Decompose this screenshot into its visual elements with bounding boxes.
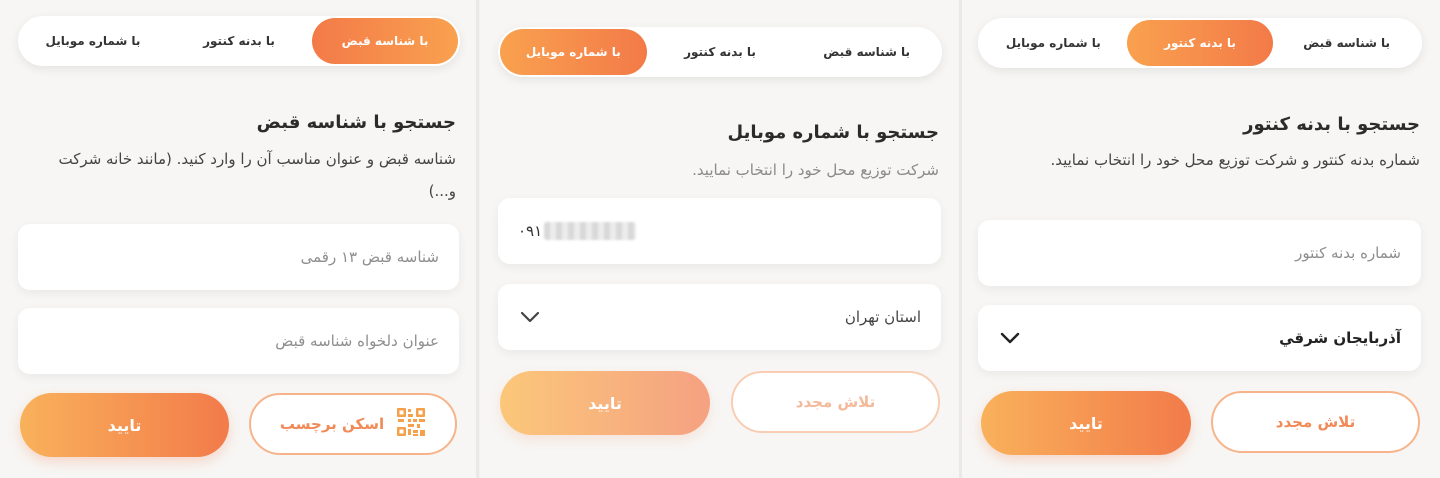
page-description: شناسه قبض و عنوان مناسب آن را وارد کنید.… xyxy=(58,150,456,200)
tab-mobile[interactable]: با شماره موبایل xyxy=(20,18,166,64)
confirm-label: تایید xyxy=(107,415,142,435)
panel-bill-id: با شناسه قبض با بدنه کنتور با شماره موبا… xyxy=(0,0,476,478)
province-select[interactable]: استان تهران xyxy=(498,284,941,350)
panel-meter-body: با شناسه قبض با بدنه کنتور با شماره موبا… xyxy=(962,0,1440,478)
tab-bill-id[interactable]: با شناسه قبض xyxy=(793,29,940,75)
search-mode-tabs: با شناسه قبض با بدنه کنتور با شماره موبا… xyxy=(978,18,1422,68)
chevron-down-icon xyxy=(518,311,540,323)
confirm-button[interactable]: تایید xyxy=(500,371,710,435)
bill-title-input[interactable]: عنوان دلخواه شناسه قبض xyxy=(18,308,459,374)
tab-bill-id[interactable]: با شناسه قبض xyxy=(312,18,458,64)
bill-id-placeholder: شناسه قبض ۱۳ رقمی xyxy=(300,248,439,266)
search-mode-tabs: با شناسه قبض با بدنه کنتور با شماره موبا… xyxy=(18,16,460,66)
bill-title-placeholder: عنوان دلخواه شناسه قبض xyxy=(275,332,439,350)
scan-label-text: اسکن برچسب xyxy=(279,415,385,433)
tab-meter-body[interactable]: با بدنه کنتور xyxy=(647,29,794,75)
confirm-button[interactable]: تایید xyxy=(20,393,229,457)
retry-button[interactable]: تلاش مجدد xyxy=(731,371,940,433)
phone-input[interactable]: ۰۹۱ xyxy=(498,198,941,264)
masked-digits xyxy=(544,222,637,240)
province-value: آذربایجان شرقي xyxy=(1279,329,1401,347)
confirm-label: تایید xyxy=(588,393,622,413)
province-select[interactable]: آذربایجان شرقي xyxy=(978,305,1421,371)
page-title: جستجو با شماره موبایل xyxy=(727,122,940,143)
page-description: شماره بدنه کنتور و شرکت توزیع محل خود را… xyxy=(1050,151,1420,169)
panel-mobile: با شناسه قبض با بدنه کنتور با شماره موبا… xyxy=(480,0,959,478)
page-title: جستجو با شناسه قبض xyxy=(256,112,456,133)
panel-divider xyxy=(476,0,479,478)
tab-meter-body[interactable]: با بدنه کنتور xyxy=(1126,20,1274,66)
phone-prefix: ۰۹۱ xyxy=(518,222,543,240)
province-value: استان تهران xyxy=(844,308,921,326)
retry-label: تلاش مجدد xyxy=(1275,413,1356,431)
retry-label: تلاش مجدد xyxy=(795,393,876,411)
page-description: شرکت توزیع محل خود را انتخاب نمایید. xyxy=(692,161,939,179)
retry-button[interactable]: تلاش مجدد xyxy=(1211,391,1420,453)
tab-mobile[interactable]: با شماره موبایل xyxy=(499,29,647,75)
page-title: جستجو با بدنه کنتور xyxy=(1243,114,1420,135)
qr-code-icon xyxy=(396,407,426,441)
scan-label-button[interactable]: اسکن برچسب xyxy=(249,393,457,455)
bill-id-input[interactable]: شناسه قبض ۱۳ رقمی xyxy=(18,224,459,290)
tab-mobile[interactable]: با شماره موبایل xyxy=(980,20,1127,66)
meter-body-placeholder: شماره بدنه کنتور xyxy=(1295,244,1401,262)
meter-body-input[interactable]: شماره بدنه کنتور xyxy=(978,220,1421,286)
confirm-label: تایید xyxy=(1069,413,1103,433)
chevron-down-icon xyxy=(998,332,1020,344)
confirm-button[interactable]: تایید xyxy=(981,391,1191,455)
tab-meter-body[interactable]: با بدنه کنتور xyxy=(166,18,312,64)
tab-bill-id[interactable]: با شناسه قبض xyxy=(1273,20,1420,66)
search-mode-tabs: با شناسه قبض با بدنه کنتور با شماره موبا… xyxy=(498,27,942,77)
